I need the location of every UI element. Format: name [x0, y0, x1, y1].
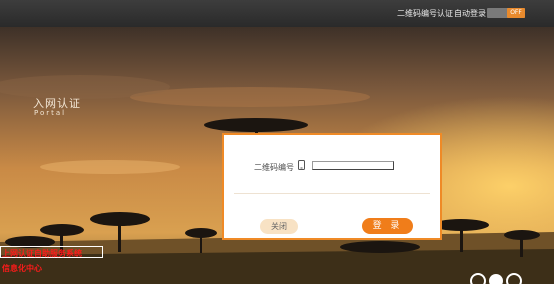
login-dialog: 二维码编号 关闭 登 录 [222, 133, 442, 240]
auto-login-toggle[interactable]: OFF [487, 8, 525, 18]
toggle-state-label: OFF [507, 8, 525, 18]
qr-code-input[interactable] [312, 161, 394, 170]
close-button[interactable]: 关闭 [260, 219, 298, 234]
qr-code-label: 二维码编号 [254, 163, 294, 172]
phone-icon [298, 160, 305, 170]
top-bar: 二维码编号认证 自动登录 OFF [0, 0, 554, 27]
login-page: 二维码编号认证 自动登录 OFF 入网认证 Portal 二维码编号 关闭 登 … [0, 0, 554, 284]
dialog-divider [234, 193, 430, 194]
qr-auth-link[interactable]: 二维码编号认证 [397, 8, 453, 19]
footer-system-name: 上网认证自助服务系统 [2, 249, 82, 258]
auto-login-label: 自动登录 [454, 9, 486, 18]
corner-circle-icon [470, 273, 522, 284]
portal-subtitle: Portal [34, 109, 67, 117]
footer-department: 信息化中心 [2, 264, 42, 273]
login-button[interactable]: 登 录 [362, 218, 413, 234]
